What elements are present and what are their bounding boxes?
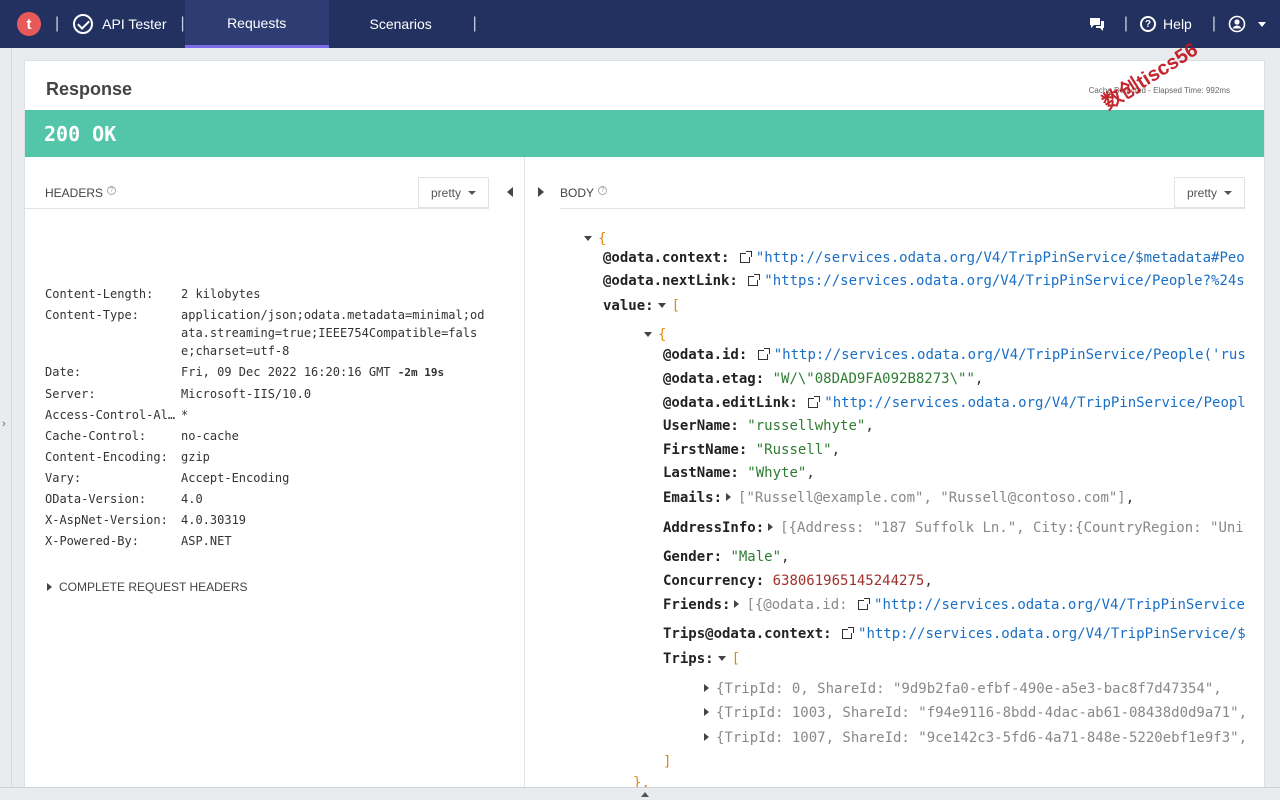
bottom-drawer-bar[interactable] xyxy=(0,787,1280,800)
json-line: Trips:[ xyxy=(663,651,741,667)
header-row: Date: Fri, 09 Dec 2022 16:20:16 GMT -2m 1… xyxy=(45,365,445,379)
app-logo[interactable]: t xyxy=(17,12,41,36)
json-viewer: { @odata.context: "http://services.odata… xyxy=(525,157,1245,799)
json-line: {TripId: 0, ShareId: "9d9b2fa0-efbf-490e… xyxy=(700,681,1222,697)
tab-scenarios[interactable]: Scenarios xyxy=(329,0,473,48)
complete-headers-label: COMPLETE REQUEST HEADERS xyxy=(59,580,248,594)
header-row: Access-Control-Al… * xyxy=(45,408,189,422)
divider xyxy=(25,208,489,209)
headers-panel: HEADERS? pretty Content-Length: 2 kilobyt… xyxy=(25,157,525,799)
json-line: Emails: ["Russell@example.com", "Russell@… xyxy=(663,490,1135,506)
json-line: AddressInfo: [{Address: "187 Suffolk Ln."… xyxy=(663,520,1245,536)
json-line: Concurrency: 638061965145244275, xyxy=(663,573,933,589)
json-line: {TripId: 1007, ShareId: "9ce142c3-5fd6-4… xyxy=(700,730,1245,746)
expand-icon[interactable] xyxy=(704,684,709,692)
help-button[interactable]: ? Help xyxy=(1140,16,1192,32)
sidebar-collapsed[interactable]: › xyxy=(0,48,12,800)
user-icon[interactable] xyxy=(1228,15,1246,33)
expand-icon[interactable] xyxy=(726,493,732,501)
json-line: @odata.etag: "W/\"08DAD9FA092B8273\"", xyxy=(663,371,984,387)
expand-icon[interactable] xyxy=(768,523,774,531)
headers-label-wrap: HEADERS? xyxy=(45,186,117,200)
json-line: Trips@odata.context: "http://services.od… xyxy=(663,626,1245,642)
divider: | xyxy=(1123,15,1129,32)
header-row: Cache-Control: no-cache xyxy=(45,429,239,443)
header-row: Content-Length: 2 kilobytes xyxy=(45,287,261,301)
header-row: OData-Version: 4.0 xyxy=(45,492,203,506)
header-row: Vary: Accept-Encoding xyxy=(45,471,290,485)
external-link-icon[interactable] xyxy=(739,251,752,263)
help-label: Help xyxy=(1163,16,1192,32)
expand-icon[interactable] xyxy=(704,708,709,716)
collapse-icon[interactable] xyxy=(657,302,666,308)
expand-icon[interactable] xyxy=(704,733,709,741)
chevron-down-icon[interactable] xyxy=(1258,21,1266,27)
json-line: @odata.nextLink: "https://services.odata… xyxy=(603,273,1245,289)
external-link-icon[interactable] xyxy=(808,396,821,408)
caret-right-icon xyxy=(47,583,52,591)
header-row: X-AspNet-Version: 4.0.30319 xyxy=(45,513,247,527)
json-line: @odata.id: "http://services.odata.org/V4… xyxy=(663,347,1245,363)
app-switcher[interactable]: API Tester xyxy=(73,14,166,34)
header-row: Content-Encoding: gzip xyxy=(45,450,210,464)
complete-request-headers-toggle[interactable]: COMPLETE REQUEST HEADERS xyxy=(47,580,247,594)
divider: | xyxy=(55,15,60,32)
external-link-icon[interactable] xyxy=(842,627,855,639)
header-row: Server: Microsoft-IIS/10.0 xyxy=(45,387,312,401)
json-line: FirstName: "Russell", xyxy=(663,442,841,458)
headers-format-select[interactable]: pretty xyxy=(418,177,490,208)
json-line: value:[ xyxy=(603,298,681,314)
body-panel: BODY? pretty { @odata.context: "http://s… xyxy=(525,157,1264,799)
top-bar: t | API Tester | Requests Scenarios | | … xyxy=(0,0,1280,48)
chevron-right-icon[interactable]: › xyxy=(2,418,6,430)
divider: | xyxy=(472,15,477,32)
chat-icon[interactable] xyxy=(1088,15,1106,33)
collapse-icon[interactable] xyxy=(584,235,592,241)
json-line: UserName: "russellwhyte", xyxy=(663,418,874,434)
collapse-left-icon[interactable] xyxy=(507,187,513,197)
header-row: Content-Type: application/json;odata.meta… xyxy=(45,308,485,358)
divider: | xyxy=(1211,15,1216,32)
response-card: Response Cache Detected - Elapsed Time: … xyxy=(24,60,1265,800)
status-banner: 200 OK xyxy=(25,110,1264,157)
headers-label: HEADERS xyxy=(45,186,104,200)
check-circle-icon xyxy=(73,14,94,34)
expand-icon[interactable] xyxy=(734,600,740,608)
collapse-icon[interactable] xyxy=(644,331,652,337)
json-line: {TripId: 1003, ShareId: "f94e9116-8bdd-4… xyxy=(700,705,1245,721)
collapse-icon[interactable] xyxy=(717,655,726,661)
chevron-up-icon[interactable] xyxy=(641,792,649,797)
external-link-icon[interactable] xyxy=(858,598,871,610)
info-icon[interactable]: ? xyxy=(107,186,117,195)
app-name: API Tester xyxy=(102,16,167,32)
response-title: Response xyxy=(46,79,133,99)
json-line: @odata.context: "http://services.odata.o… xyxy=(603,250,1245,266)
external-link-icon[interactable] xyxy=(748,274,761,286)
json-line: Friends: [{@odata.id: "http://services.od… xyxy=(663,597,1245,613)
external-link-icon[interactable] xyxy=(757,348,770,360)
help-icon: ? xyxy=(1140,16,1157,32)
json-line: LastName: "Whyte", xyxy=(663,465,815,481)
headers-list: Content-Length: 2 kilobytes Content-Type:… xyxy=(45,285,486,553)
header-row: X-Powered-By: ASP.NET xyxy=(45,534,232,548)
json-line: Gender: "Male", xyxy=(663,549,790,565)
time-offset: -2m 19s xyxy=(397,366,445,379)
json-line: @odata.editLink: "http://services.odata.… xyxy=(663,395,1245,411)
tab-requests[interactable]: Requests xyxy=(184,0,329,48)
